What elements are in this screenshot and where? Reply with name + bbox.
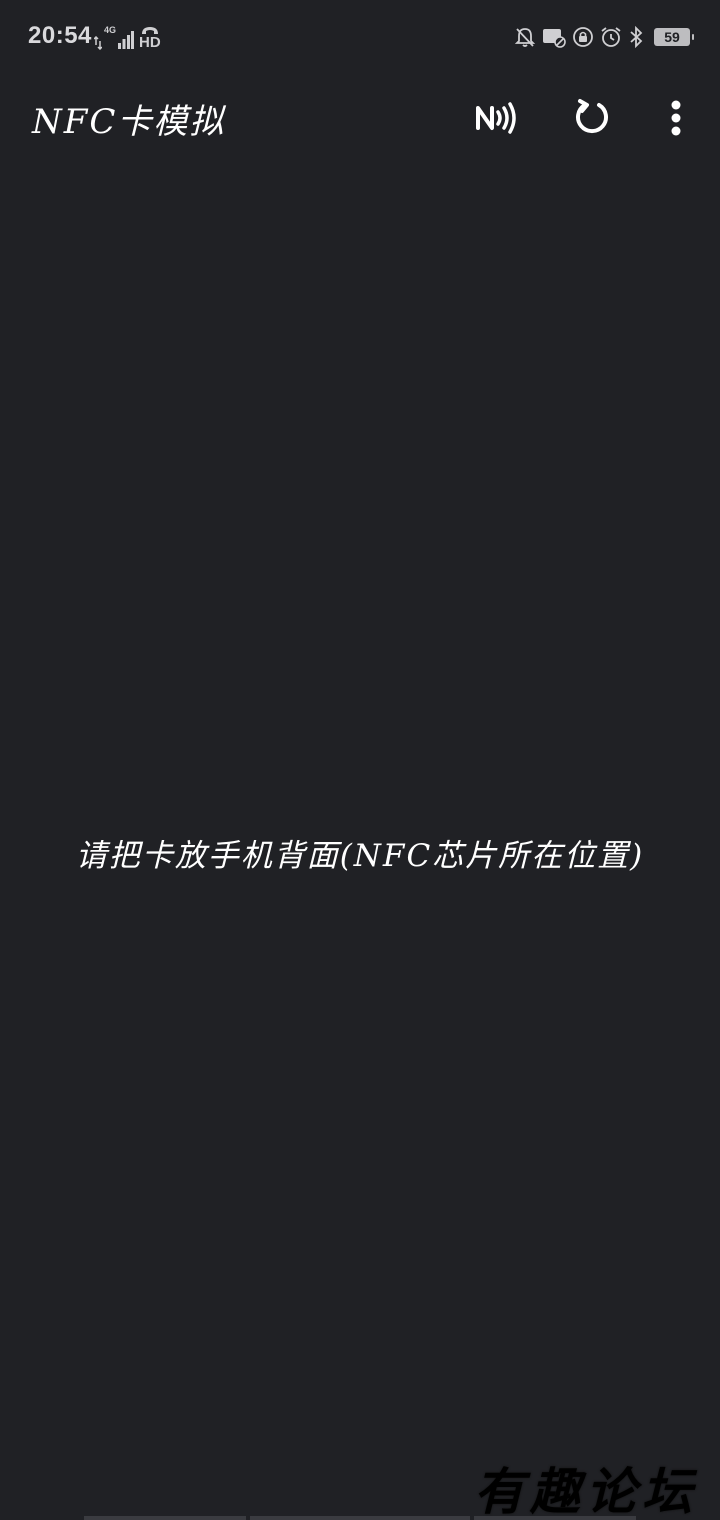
more-options-button[interactable] [648,92,704,144]
refresh-icon [576,99,608,134]
nfc-button[interactable] [468,92,524,144]
status-bar: 20:54 4G HD 59 [0,0,720,72]
bottom-divider-right [474,1516,636,1520]
app-title: NFC卡模拟 [32,102,226,142]
data-arrows-icon [94,36,102,50]
hd-label: HD [139,34,161,51]
battery-icon: 59 [654,28,694,46]
watermark: 有趣论坛 [474,1462,698,1520]
place-card-hint: 请把卡放手机背面(NFC芯片所在位置) [75,838,645,874]
status-left-icons: 4G HD [94,24,161,50]
main-content: 请把卡放手机背面(NFC芯片所在位置) [0,166,720,1520]
rotation-lock-icon [573,27,593,47]
screen: 20:54 4G HD 59 NFC卡模拟 请把卡放手机背面(NFC芯片所在位置… [0,0,720,1520]
status-time: 20:54 [28,22,92,49]
network-type-label: 4G [104,25,117,35]
battery-level: 59 [664,29,680,45]
bluetooth-icon [630,26,643,48]
refresh-button[interactable] [564,92,620,144]
signal-icon [118,31,135,49]
app-bar: NFC卡模拟 [0,72,720,166]
volte-hd-indicator: HD [139,26,161,50]
bottom-divider-left [84,1516,246,1520]
alarm-icon [601,27,621,47]
bottom-divider-mid [250,1516,470,1520]
bell-muted-icon [514,28,536,47]
nfc-icon [476,102,516,134]
status-right-icons: 59 [514,24,694,50]
cast-blocked-icon [543,29,566,48]
more-vert-icon [671,100,681,136]
